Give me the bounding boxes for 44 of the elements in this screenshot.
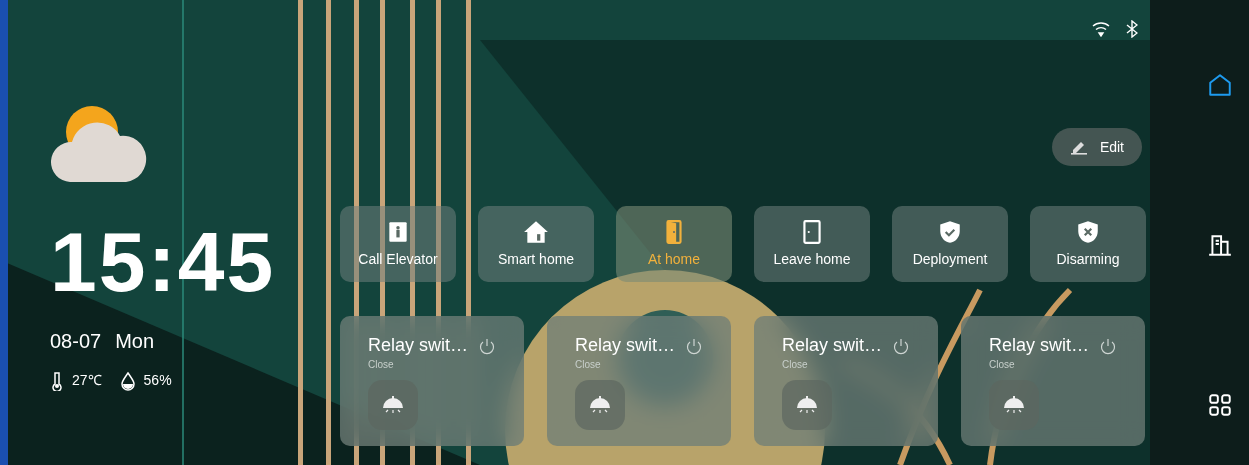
shield-x-icon [1075, 218, 1101, 245]
ceiling-lamp-icon [380, 393, 406, 416]
device-name: Relay swit… [782, 334, 883, 357]
temperature-text: 27℃ [72, 371, 102, 390]
relay-switch-card[interactable]: Relay swit… Close [547, 316, 731, 446]
humidity-text: 56% [143, 371, 172, 390]
device-status: Close [782, 357, 809, 372]
device-name: Relay swit… [989, 334, 1090, 357]
scene-button[interactable]: At home [616, 206, 732, 282]
scene-button[interactable]: Call Elevator [340, 206, 456, 282]
power-icon[interactable] [478, 338, 496, 356]
power-icon[interactable] [685, 338, 703, 356]
relay-switch-card[interactable]: Relay swit… Close [754, 316, 938, 446]
scene-button[interactable]: Disarming [1030, 206, 1146, 282]
power-icon[interactable] [1099, 338, 1117, 356]
device-name: Relay swit… [368, 334, 469, 357]
relay-switch-card[interactable]: Relay swit… Close [340, 316, 524, 446]
date-text: 08-07 [50, 329, 102, 354]
ceiling-lamp-icon [794, 393, 820, 416]
device-status: Close [989, 357, 1016, 372]
ceiling-lamp-icon [587, 393, 613, 416]
scene-button[interactable]: Leave home [754, 206, 870, 282]
device-status: Close [368, 357, 395, 372]
apps-icon [1206, 392, 1233, 418]
weekday-text: Mon [115, 329, 155, 354]
lamp-icon-tile[interactable] [368, 379, 418, 430]
power-icon[interactable] [892, 338, 910, 356]
clock-time: 15:45 [50, 220, 277, 304]
device-status: Close [575, 357, 602, 372]
shield-check-icon [937, 218, 963, 245]
relay-switch-card[interactable]: Relay swit… Close [961, 316, 1145, 446]
pencil-icon [1069, 139, 1088, 155]
lamp-icon-tile[interactable] [782, 379, 832, 430]
home-icon [1206, 72, 1233, 98]
droplet-icon [119, 370, 136, 391]
lamp-icon-tile[interactable] [989, 379, 1039, 430]
edit-button[interactable]: Edit [1051, 128, 1142, 166]
building-icon [1206, 232, 1233, 258]
ceiling-lamp-icon [1001, 393, 1027, 416]
thermometer-icon [50, 370, 64, 391]
lamp-icon-tile[interactable] [575, 379, 625, 430]
scene-button[interactable]: Deployment [892, 206, 1008, 282]
device-name: Relay swit… [575, 334, 676, 357]
scene-button[interactable]: Smart home [478, 206, 594, 282]
